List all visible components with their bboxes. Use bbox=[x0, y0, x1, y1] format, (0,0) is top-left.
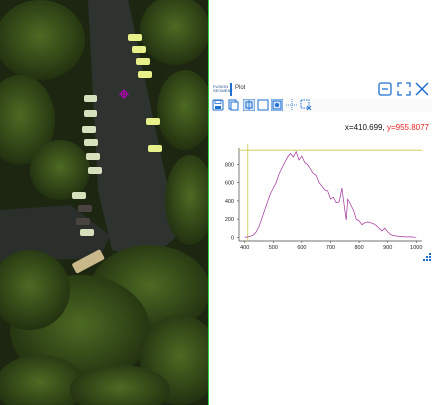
window-title: Plot bbox=[235, 85, 246, 91]
aerial-image-view[interactable] bbox=[0, 0, 208, 405]
close-button[interactable] bbox=[414, 81, 430, 97]
maximize-button[interactable] bbox=[396, 81, 412, 97]
spectrum-chart[interactable]: 400 500 600 700 800 900 1000 0 200 400 600 800 bbox=[209, 138, 432, 253]
plot-window: FUSION SEGMENT Plot x=410.699, y=955.807… bbox=[209, 80, 432, 262]
y-tick-label: 200 bbox=[225, 217, 234, 223]
y-tick-label: 800 bbox=[225, 162, 234, 168]
clear-selection-icon[interactable] bbox=[300, 99, 312, 111]
y-tick-label: 0 bbox=[231, 235, 234, 241]
x-tick-label: 600 bbox=[297, 245, 306, 251]
save-icon[interactable] bbox=[212, 99, 224, 111]
resize-grip-icon[interactable] bbox=[422, 252, 432, 262]
x-tick-label: 800 bbox=[355, 245, 364, 251]
title-separator bbox=[230, 83, 232, 96]
x-tick-label: 500 bbox=[269, 245, 278, 251]
zoom-fit-icon[interactable] bbox=[271, 99, 283, 111]
x-tick-label: 900 bbox=[383, 245, 392, 251]
plot-toolbar bbox=[209, 98, 432, 112]
spectrum-line bbox=[244, 150, 417, 238]
minimize-button[interactable] bbox=[377, 81, 393, 97]
coordinate-y: y=955.8077 bbox=[386, 123, 429, 132]
maximize-icon bbox=[397, 82, 411, 96]
x-tick-label: 700 bbox=[326, 245, 335, 251]
crosshair-icon[interactable] bbox=[286, 99, 298, 111]
x-tick-label: 1000 bbox=[410, 245, 422, 251]
close-icon bbox=[415, 82, 429, 96]
coordinate-readout: x=410.699, y=955.8077 bbox=[337, 123, 429, 132]
copy-icon[interactable] bbox=[227, 99, 239, 111]
y-tick-label: 400 bbox=[225, 199, 234, 205]
y-tick-label: 600 bbox=[225, 181, 234, 187]
coordinate-x: x=410.699, bbox=[344, 123, 385, 132]
pan-icon[interactable] bbox=[243, 99, 255, 111]
zoom-box-icon[interactable] bbox=[257, 99, 269, 111]
title-bar[interactable]: FUSION SEGMENT Plot bbox=[209, 80, 432, 98]
x-tick-label: 400 bbox=[240, 245, 249, 251]
